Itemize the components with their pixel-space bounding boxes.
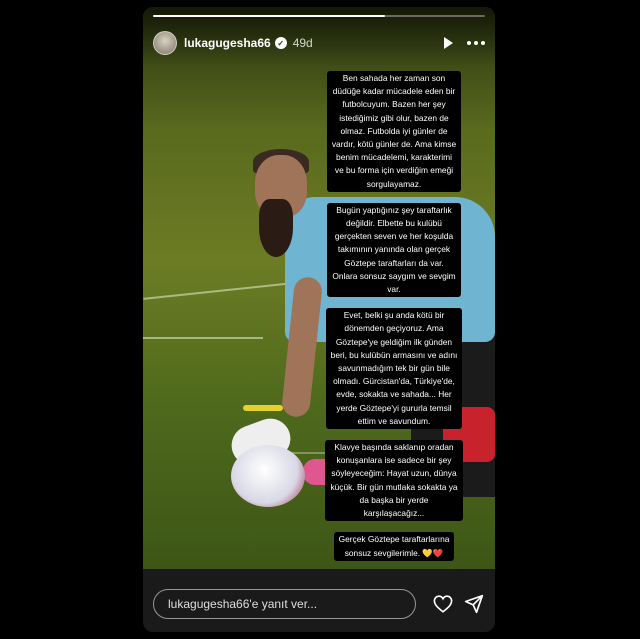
play-icon[interactable] (444, 37, 453, 49)
text-block: Bugün yaptığınız şey taraftarlık değildi… (327, 202, 461, 298)
avatar[interactable] (153, 31, 177, 55)
field-line (143, 337, 263, 339)
send-icon[interactable] (464, 593, 485, 615)
story-header: lukagugesha66 ✓ 49d (153, 29, 485, 57)
verified-badge-icon: ✓ (274, 37, 287, 49)
text-block: Ben sahada her zaman son düdüğe kadar mü… (326, 71, 462, 192)
reply-bar (153, 589, 485, 619)
story-text-overlay: Ben sahada her zaman son düdüğe kadar mü… (319, 71, 469, 561)
text-block: Evet, belki şu anda kötü bir dönemden ge… (325, 308, 463, 430)
heart-icon[interactable] (432, 593, 453, 615)
more-icon[interactable] (467, 41, 485, 45)
player-beard (259, 199, 293, 257)
story-progress-bar (153, 15, 485, 17)
username[interactable]: lukagugesha66 (184, 36, 271, 50)
story-age: 49d (292, 36, 313, 50)
story-progress-fill (153, 15, 386, 17)
story-viewer[interactable]: lukagugesha66 ✓ 49d Ben sahada her zaman… (143, 7, 495, 632)
reply-input[interactable] (153, 589, 417, 619)
text-block: Gerçek Göztepe taraftarlarına sonsuz sev… (333, 532, 455, 561)
training-marker (243, 405, 283, 411)
text-block: Klavye başında saklanıp oradan konuşanla… (325, 440, 463, 522)
football (231, 445, 305, 507)
